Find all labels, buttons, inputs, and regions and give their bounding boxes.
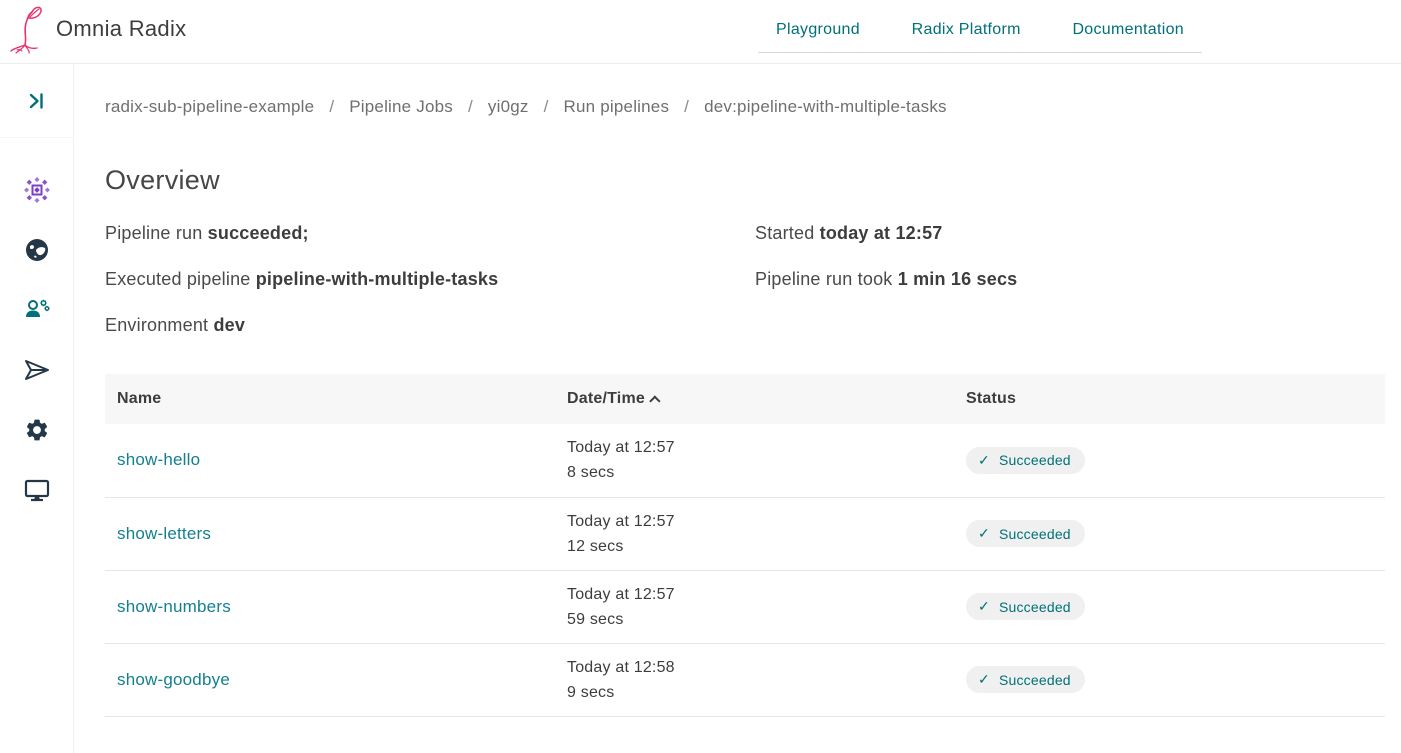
task-datetime: Today at 12:57	[567, 582, 966, 607]
started-value: today at 12:57	[820, 223, 943, 243]
started-label: Started	[755, 223, 820, 243]
column-header-datetime[interactable]: Date/Time	[567, 374, 966, 424]
environment-label: Environment	[105, 315, 213, 335]
breadcrumb-job-id[interactable]: yi0gz	[488, 97, 529, 117]
status-label: Succeeded	[999, 452, 1071, 468]
status-label: Succeeded	[999, 672, 1071, 688]
sort-ascending-icon	[649, 395, 660, 406]
table-row: show-hello Today at 12:578 secs ✓ Succeed…	[105, 424, 1385, 497]
duration-line: Pipeline run took 1 min 16 secs	[755, 269, 1385, 290]
task-duration: 59 secs	[567, 607, 966, 632]
status-badge: ✓ Succeeded	[966, 447, 1085, 474]
pipeline-runs-table: Name Date/Time Status show-hello Today a…	[105, 374, 1385, 717]
nav-link-documentation[interactable]: Documentation	[1072, 21, 1184, 39]
breadcrumb-current-page: dev:pipeline-with-multiple-tasks	[704, 97, 947, 117]
column-header-datetime-label: Date/Time	[567, 390, 645, 407]
task-datetime: Today at 12:57	[567, 435, 966, 460]
radix-logo-icon	[8, 4, 46, 54]
breadcrumb-separator: /	[544, 97, 549, 117]
status-label: Succeeded	[999, 526, 1071, 542]
task-link-show-numbers[interactable]: show-numbers	[117, 597, 231, 616]
sidebar-expand-button[interactable]	[0, 64, 73, 138]
send-icon	[23, 356, 51, 384]
sidebar	[0, 64, 74, 753]
brand: Omnia Radix	[8, 4, 186, 54]
executed-pipeline-line: Executed pipeline pipeline-with-multiple…	[105, 269, 755, 290]
executed-pipeline-value: pipeline-with-multiple-tasks	[256, 269, 499, 289]
pipeline-run-label: Pipeline run	[105, 223, 208, 243]
environment-value: dev	[213, 315, 245, 335]
duration-value: 1 min 16 secs	[898, 269, 1018, 289]
app-header: Omnia Radix Playground Radix Platform Do…	[0, 0, 1401, 64]
breadcrumb-pipeline-jobs[interactable]: Pipeline Jobs	[349, 97, 453, 117]
gear-icon	[24, 417, 50, 443]
check-icon: ✓	[978, 671, 990, 688]
status-label: Succeeded	[999, 599, 1071, 615]
globe-icon	[24, 237, 50, 263]
overview-info: Pipeline run succeeded; Executed pipelin…	[105, 223, 1385, 361]
environment-line: Environment dev	[105, 315, 755, 336]
column-header-status[interactable]: Status	[966, 374, 1385, 424]
table-row: show-goodbye Today at 12:589 secs ✓ Succe…	[105, 643, 1385, 716]
task-datetime: Today at 12:58	[567, 655, 966, 680]
column-header-name[interactable]: Name	[105, 374, 567, 424]
sidebar-icon-list	[0, 138, 73, 520]
status-badge: ✓ Succeeded	[966, 666, 1085, 693]
started-line: Started today at 12:57	[755, 223, 1385, 244]
breadcrumb-separator: /	[684, 97, 689, 117]
task-link-show-letters[interactable]: show-letters	[117, 524, 211, 543]
task-link-show-hello[interactable]: show-hello	[117, 450, 200, 469]
sidebar-item-deployments[interactable]	[0, 340, 74, 400]
breadcrumb-separator: /	[468, 97, 473, 117]
status-badge: ✓ Succeeded	[966, 520, 1085, 547]
nav-link-playground[interactable]: Playground	[776, 21, 860, 39]
top-navigation: Playground Radix Platform Documentation	[758, 0, 1202, 53]
sidebar-item-configuration[interactable]	[0, 400, 74, 460]
sidebar-item-environments[interactable]	[0, 220, 74, 280]
sidebar-item-people[interactable]	[0, 280, 74, 340]
sidebar-item-application[interactable]	[0, 160, 74, 220]
breadcrumb-app[interactable]: radix-sub-pipeline-example	[105, 97, 314, 117]
main-content: radix-sub-pipeline-example / Pipeline Jo…	[74, 64, 1401, 753]
monitor-icon	[23, 476, 51, 504]
breadcrumb: radix-sub-pipeline-example / Pipeline Jo…	[105, 97, 1385, 117]
chevron-right-bar-icon	[25, 89, 49, 113]
table-row: show-numbers Today at 12:5759 secs ✓ Succ…	[105, 570, 1385, 643]
user-settings-icon	[23, 296, 51, 324]
check-icon: ✓	[978, 452, 990, 469]
task-link-show-goodbye[interactable]: show-goodbye	[117, 670, 230, 689]
sidebar-item-monitoring[interactable]	[0, 460, 74, 520]
status-badge: ✓ Succeeded	[966, 593, 1085, 620]
task-duration: 12 secs	[567, 534, 966, 559]
table-row: show-letters Today at 12:5712 secs ✓ Succ…	[105, 497, 1385, 570]
table-header-row: Name Date/Time Status	[105, 374, 1385, 424]
executed-pipeline-label: Executed pipeline	[105, 269, 256, 289]
pipeline-run-status-line: Pipeline run succeeded;	[105, 223, 755, 244]
app-title: Omnia Radix	[56, 16, 186, 42]
check-icon: ✓	[978, 598, 990, 615]
breadcrumb-run-pipelines[interactable]: Run pipelines	[564, 97, 670, 117]
task-duration: 8 secs	[567, 460, 966, 485]
task-datetime: Today at 12:57	[567, 509, 966, 534]
check-icon: ✓	[978, 525, 990, 542]
app-favicon-icon	[24, 177, 50, 203]
duration-label: Pipeline run took	[755, 269, 898, 289]
nav-link-radix-platform[interactable]: Radix Platform	[912, 21, 1021, 39]
breadcrumb-separator: /	[329, 97, 334, 117]
page-title: Overview	[105, 165, 1385, 196]
task-duration: 9 secs	[567, 680, 966, 705]
pipeline-run-value: succeeded;	[208, 223, 309, 243]
